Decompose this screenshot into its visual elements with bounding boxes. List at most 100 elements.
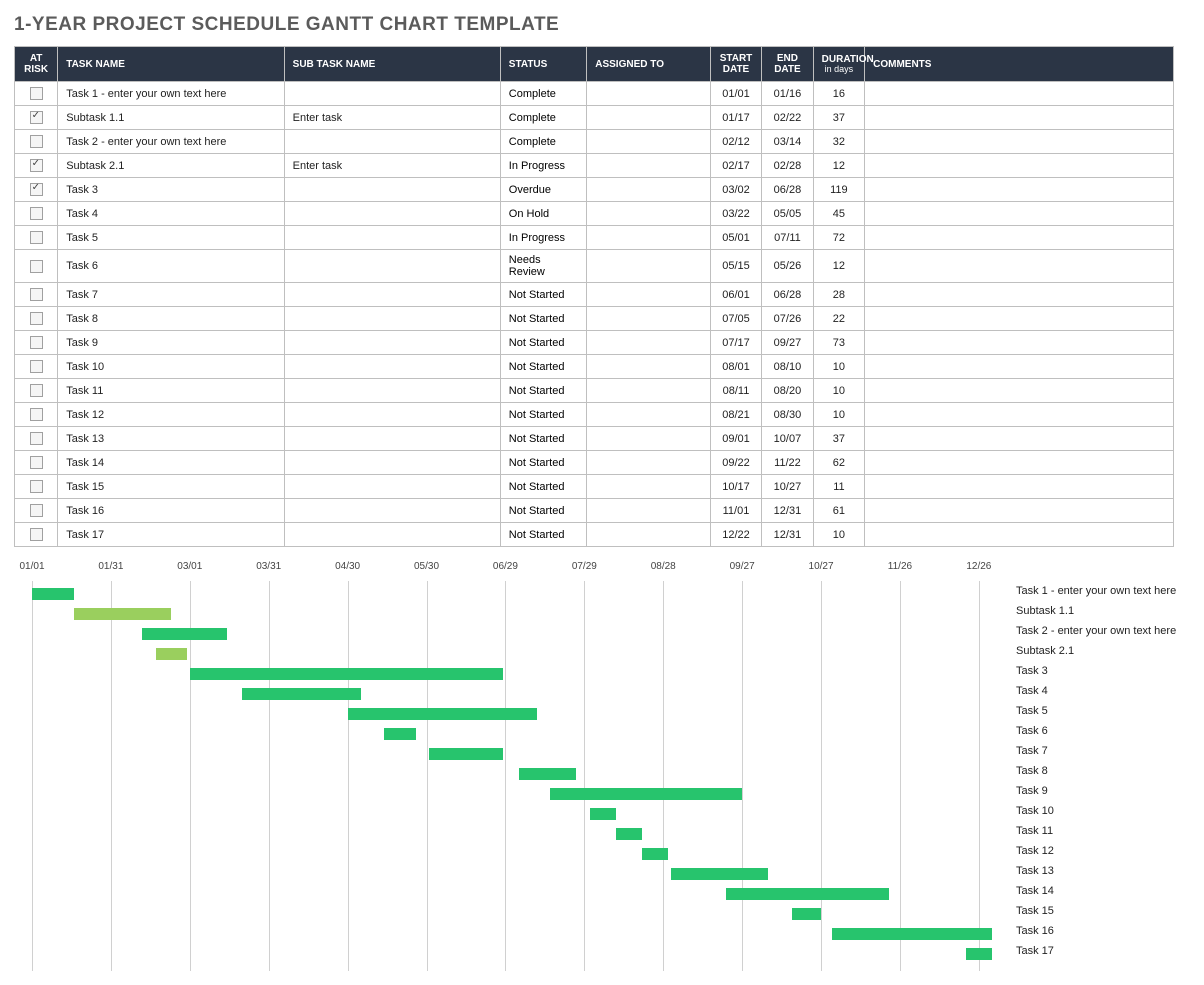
status-cell[interactable]: Not Started bbox=[500, 451, 586, 475]
comments-cell[interactable] bbox=[865, 379, 1174, 403]
at-risk-checkbox[interactable] bbox=[30, 504, 43, 517]
at-risk-checkbox[interactable] bbox=[30, 408, 43, 421]
comments-cell[interactable] bbox=[865, 451, 1174, 475]
comments-cell[interactable] bbox=[865, 331, 1174, 355]
start-date-cell[interactable]: 03/02 bbox=[710, 178, 761, 202]
end-date-cell[interactable]: 06/28 bbox=[762, 178, 813, 202]
at-risk-checkbox[interactable] bbox=[30, 207, 43, 220]
end-date-cell[interactable]: 03/14 bbox=[762, 130, 813, 154]
task-name-cell[interactable]: Task 3 bbox=[58, 178, 284, 202]
comments-cell[interactable] bbox=[865, 178, 1174, 202]
gantt-bar[interactable] bbox=[616, 828, 642, 840]
end-date-cell[interactable]: 12/31 bbox=[762, 499, 813, 523]
start-date-cell[interactable]: 05/15 bbox=[710, 250, 761, 283]
task-name-cell[interactable]: Task 9 bbox=[58, 331, 284, 355]
start-date-cell[interactable]: 08/21 bbox=[710, 403, 761, 427]
task-name-cell[interactable]: Subtask 2.1 bbox=[58, 154, 284, 178]
end-date-cell[interactable]: 02/22 bbox=[762, 106, 813, 130]
start-date-cell[interactable]: 08/01 bbox=[710, 355, 761, 379]
start-date-cell[interactable]: 11/01 bbox=[710, 499, 761, 523]
sub-task-cell[interactable] bbox=[284, 379, 500, 403]
sub-task-cell[interactable]: Enter task bbox=[284, 106, 500, 130]
sub-task-cell[interactable] bbox=[284, 427, 500, 451]
sub-task-cell[interactable] bbox=[284, 499, 500, 523]
at-risk-cell[interactable] bbox=[15, 451, 58, 475]
start-date-cell[interactable]: 02/12 bbox=[710, 130, 761, 154]
end-date-cell[interactable]: 05/26 bbox=[762, 250, 813, 283]
gantt-bar[interactable] bbox=[156, 648, 188, 660]
gantt-bar[interactable] bbox=[74, 608, 171, 620]
at-risk-checkbox[interactable] bbox=[30, 87, 43, 100]
comments-cell[interactable] bbox=[865, 226, 1174, 250]
task-name-cell[interactable]: Task 12 bbox=[58, 403, 284, 427]
task-name-cell[interactable]: Task 8 bbox=[58, 307, 284, 331]
sub-task-cell[interactable] bbox=[284, 475, 500, 499]
status-cell[interactable]: Not Started bbox=[500, 331, 586, 355]
at-risk-checkbox[interactable] bbox=[30, 231, 43, 244]
gantt-bar[interactable] bbox=[550, 788, 742, 800]
at-risk-cell[interactable] bbox=[15, 178, 58, 202]
sub-task-cell[interactable] bbox=[284, 283, 500, 307]
comments-cell[interactable] bbox=[865, 475, 1174, 499]
at-risk-cell[interactable] bbox=[15, 226, 58, 250]
assigned-to-cell[interactable] bbox=[587, 154, 711, 178]
task-name-cell[interactable]: Task 14 bbox=[58, 451, 284, 475]
at-risk-cell[interactable] bbox=[15, 202, 58, 226]
at-risk-cell[interactable] bbox=[15, 307, 58, 331]
start-date-cell[interactable]: 01/17 bbox=[710, 106, 761, 130]
gantt-bar[interactable] bbox=[832, 928, 992, 940]
task-name-cell[interactable]: Task 2 - enter your own text here bbox=[58, 130, 284, 154]
gantt-bar[interactable] bbox=[726, 888, 889, 900]
at-risk-cell[interactable] bbox=[15, 523, 58, 547]
end-date-cell[interactable]: 08/30 bbox=[762, 403, 813, 427]
status-cell[interactable]: Not Started bbox=[500, 307, 586, 331]
gantt-bar[interactable] bbox=[384, 728, 416, 740]
at-risk-checkbox[interactable] bbox=[30, 183, 43, 196]
sub-task-cell[interactable] bbox=[284, 451, 500, 475]
status-cell[interactable]: Not Started bbox=[500, 283, 586, 307]
task-name-cell[interactable]: Task 1 - enter your own text here bbox=[58, 82, 284, 106]
start-date-cell[interactable]: 01/01 bbox=[710, 82, 761, 106]
at-risk-cell[interactable] bbox=[15, 250, 58, 283]
assigned-to-cell[interactable] bbox=[587, 379, 711, 403]
gantt-bar[interactable] bbox=[642, 848, 668, 860]
sub-task-cell[interactable] bbox=[284, 307, 500, 331]
gantt-bar[interactable] bbox=[519, 768, 577, 780]
start-date-cell[interactable]: 06/01 bbox=[710, 283, 761, 307]
end-date-cell[interactable]: 11/22 bbox=[762, 451, 813, 475]
end-date-cell[interactable]: 08/20 bbox=[762, 379, 813, 403]
comments-cell[interactable] bbox=[865, 250, 1174, 283]
assigned-to-cell[interactable] bbox=[587, 307, 711, 331]
at-risk-cell[interactable] bbox=[15, 154, 58, 178]
comments-cell[interactable] bbox=[865, 403, 1174, 427]
status-cell[interactable]: Overdue bbox=[500, 178, 586, 202]
at-risk-checkbox[interactable] bbox=[30, 456, 43, 469]
assigned-to-cell[interactable] bbox=[587, 106, 711, 130]
end-date-cell[interactable]: 10/07 bbox=[762, 427, 813, 451]
status-cell[interactable]: Not Started bbox=[500, 379, 586, 403]
comments-cell[interactable] bbox=[865, 283, 1174, 307]
assigned-to-cell[interactable] bbox=[587, 403, 711, 427]
assigned-to-cell[interactable] bbox=[587, 523, 711, 547]
at-risk-checkbox[interactable] bbox=[30, 288, 43, 301]
start-date-cell[interactable]: 10/17 bbox=[710, 475, 761, 499]
sub-task-cell[interactable] bbox=[284, 82, 500, 106]
at-risk-cell[interactable] bbox=[15, 331, 58, 355]
status-cell[interactable]: Not Started bbox=[500, 403, 586, 427]
assigned-to-cell[interactable] bbox=[587, 331, 711, 355]
sub-task-cell[interactable] bbox=[284, 403, 500, 427]
gantt-bar[interactable] bbox=[348, 708, 537, 720]
sub-task-cell[interactable] bbox=[284, 523, 500, 547]
assigned-to-cell[interactable] bbox=[587, 130, 711, 154]
status-cell[interactable]: Complete bbox=[500, 130, 586, 154]
task-name-cell[interactable]: Task 4 bbox=[58, 202, 284, 226]
at-risk-checkbox[interactable] bbox=[30, 260, 43, 273]
status-cell[interactable]: Complete bbox=[500, 106, 586, 130]
sub-task-cell[interactable] bbox=[284, 202, 500, 226]
assigned-to-cell[interactable] bbox=[587, 355, 711, 379]
gantt-bar[interactable] bbox=[792, 908, 821, 920]
at-risk-cell[interactable] bbox=[15, 283, 58, 307]
comments-cell[interactable] bbox=[865, 427, 1174, 451]
end-date-cell[interactable]: 06/28 bbox=[762, 283, 813, 307]
sub-task-cell[interactable] bbox=[284, 130, 500, 154]
